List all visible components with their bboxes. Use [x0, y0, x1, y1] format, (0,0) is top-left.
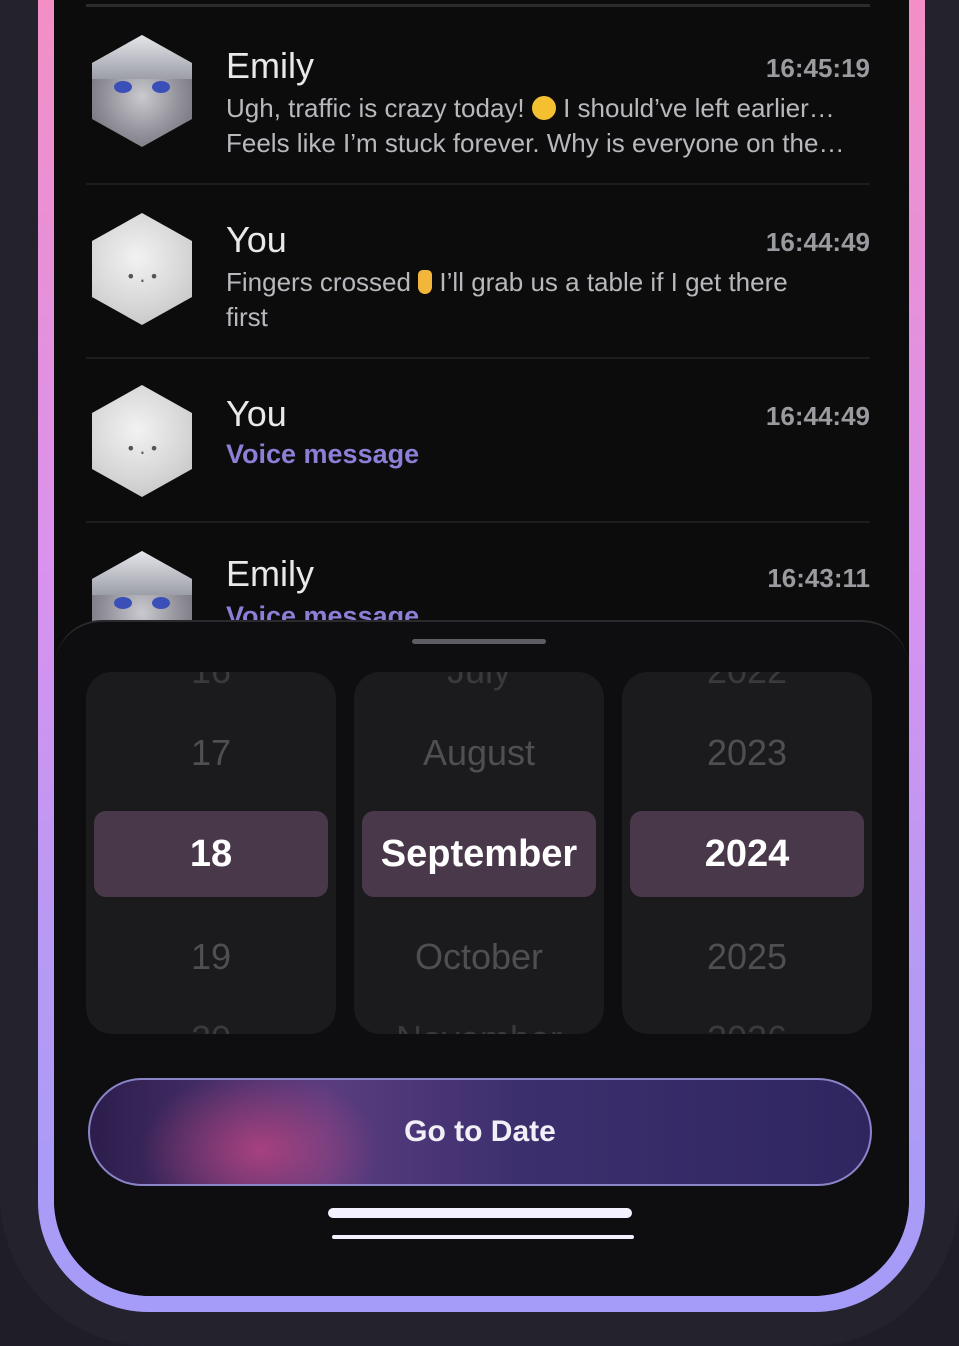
emily-avatar	[92, 35, 192, 147]
message-preview-line-1: Ugh, traffic is crazy today! I should’ve…	[226, 91, 876, 126]
sheet-drag-handle[interactable]	[412, 639, 546, 644]
wheel-item[interactable]: 2026	[622, 1018, 872, 1034]
chat-list-item[interactable]: •.• You 16:44:49 Voice message	[86, 359, 870, 523]
avatar-face: •.•	[126, 439, 161, 458]
avatar-hair	[92, 551, 192, 595]
wheel-item[interactable]: October	[354, 936, 604, 978]
chat-list-item[interactable]: •.• You 16:44:49 Fingers crossed I’ll gr…	[86, 185, 870, 359]
crossed-fingers-icon	[418, 270, 433, 294]
message-time: 16:44:49	[765, 227, 870, 257]
avatar-face: •.•	[126, 267, 161, 286]
sender-name: Emily	[226, 553, 314, 594]
preview-text: I’ll grab us a table if I get there	[432, 267, 788, 297]
year-selected[interactable]: 2024	[630, 811, 864, 897]
marshmallow-avatar: •.•	[92, 213, 192, 325]
message-time: 16:43:11	[767, 563, 870, 593]
message-preview-line-2: Feels like I’m stuck forever. Why is eve…	[226, 128, 845, 158]
preview-text: Ugh, traffic is crazy today!	[226, 93, 532, 123]
message-preview-line-1: Fingers crossed I’ll grab us a table if …	[226, 265, 876, 300]
wheel-item[interactable]: 20	[86, 1018, 336, 1034]
wheel-item[interactable]: 2025	[622, 936, 872, 978]
voice-message-label: Voice message	[226, 439, 420, 469]
go-to-date-button[interactable]: Go to Date	[88, 1078, 872, 1186]
message-time: 16:44:49	[765, 401, 870, 431]
message-preview-line-2: first	[226, 302, 268, 332]
chat-list-item[interactable]: Emily 16:45:19 Ugh, traffic is crazy tod…	[86, 7, 870, 185]
date-picker-sheet: 16 17 18 19 20 July August September Oct…	[54, 620, 909, 1296]
wheel-item[interactable]: August	[354, 732, 604, 774]
sender-name: Emily	[226, 45, 314, 86]
weary-face-icon	[531, 96, 556, 120]
day-selected[interactable]: 18	[94, 811, 328, 897]
wheel-item[interactable]: July	[354, 672, 604, 692]
wheel-item[interactable]: November	[354, 1018, 604, 1034]
phone-screen: Emily 16:45:19 Ugh, traffic is crazy tod…	[54, 0, 909, 1296]
preview-text: I should’ve left earlier…	[555, 93, 835, 123]
day-wheel[interactable]: 16 17 18 19 20	[86, 672, 336, 1034]
wheel-item[interactable]: 16	[86, 672, 336, 692]
sender-name: You	[226, 219, 287, 260]
avatar-eye	[152, 81, 170, 93]
sender-name: You	[226, 393, 287, 434]
avatar-eye	[152, 597, 170, 609]
month-wheel[interactable]: July August September October November	[354, 672, 604, 1034]
home-indicator[interactable]	[328, 1208, 632, 1218]
year-wheel[interactable]: 2022 2023 2024 2025 2026	[622, 672, 872, 1034]
home-indicator-line	[332, 1235, 634, 1239]
avatar-eye	[114, 597, 132, 609]
wheel-item[interactable]: 2023	[622, 732, 872, 774]
marshmallow-avatar: •.•	[92, 385, 192, 497]
wheel-item[interactable]: 19	[86, 936, 336, 978]
wheel-item[interactable]: 17	[86, 732, 336, 774]
avatar-hair	[92, 35, 192, 79]
wheel-item[interactable]: 2022	[622, 672, 872, 692]
avatar-eye	[114, 81, 132, 93]
preview-text: Fingers crossed	[226, 267, 419, 297]
message-time: 16:45:19	[765, 53, 870, 83]
month-selected[interactable]: September	[362, 811, 596, 897]
